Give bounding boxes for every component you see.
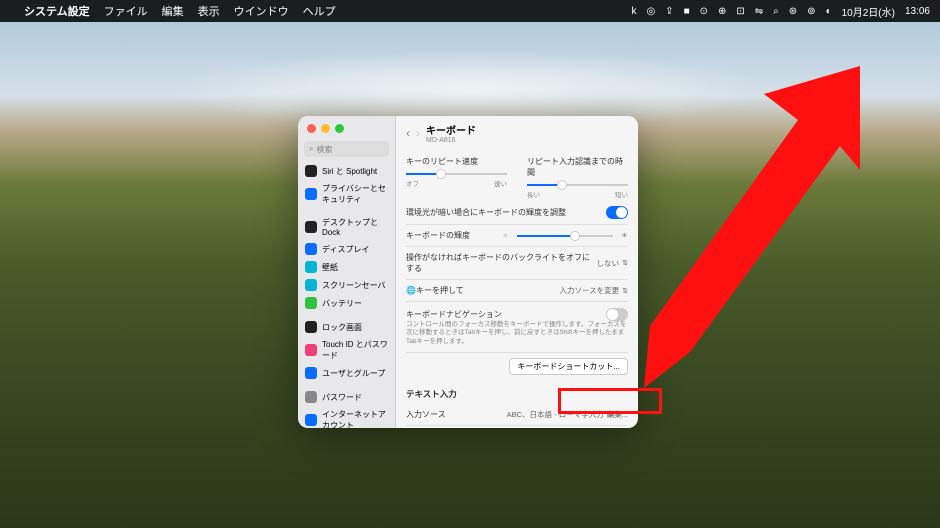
sidebar-item[interactable]: ロック画面	[298, 318, 395, 336]
status-icon[interactable]: ⊛	[789, 6, 797, 17]
search-icon: ⌕	[309, 144, 313, 154]
menubar: システム設定 ファイル 編集 表示 ウインドウ ヘルプ k ◎ ⇪ ■ ⊙ ⊕ …	[0, 0, 940, 22]
keyboard-nav-desc: コントロール間のフォーカス移動をキーボードで操作します。フォーカスを次に移動する…	[406, 321, 628, 346]
menubar-date[interactable]: 10月2日(水)	[842, 4, 895, 19]
sidebar-item[interactable]: 壁紙	[298, 258, 395, 276]
status-icon[interactable]: ⊡	[736, 6, 744, 17]
fn-key-value[interactable]: 入力ソースを変更⇅	[560, 285, 629, 296]
desktop-background: システム設定 ファイル 編集 表示 ウインドウ ヘルプ k ◎ ⇪ ■ ⊙ ⊕ …	[0, 0, 940, 528]
text-input-section: テキスト入力	[406, 380, 628, 404]
sidebar-item[interactable]: ディスプレイ	[298, 240, 395, 258]
sidebar-item-label: バッテリー	[322, 298, 362, 309]
titlebar: ‹ › キーボード MD-A816	[396, 116, 638, 150]
sidebar-item-label: Siri と Spotlight	[322, 166, 377, 177]
sidebar-item[interactable]: Touch ID とパスワード	[298, 336, 395, 364]
status-icon[interactable]: ⇋	[755, 6, 763, 17]
window-controls	[298, 116, 395, 141]
brightness-label: キーボードの輝度	[406, 230, 502, 241]
sidebar-item[interactable]: バッテリー	[298, 294, 395, 312]
status-icon[interactable]: ■	[684, 6, 690, 17]
page-title: キーボード	[426, 122, 476, 137]
close-button[interactable]	[307, 124, 316, 133]
status-icon[interactable]: ⊚	[807, 6, 815, 17]
sidebar-item-icon	[305, 391, 317, 403]
sidebar-item-label: ディスプレイ	[322, 244, 369, 255]
keyboard-nav-toggle[interactable]	[606, 308, 628, 321]
sidebar-item-icon	[305, 279, 317, 291]
sidebar-item-label: 壁紙	[322, 262, 338, 273]
keyboard-shortcuts-button[interactable]: キーボードショートカット...	[509, 358, 628, 375]
sidebar-item-label: プライバシーとセキュリティ	[322, 183, 388, 205]
sidebar-item-label: スクリーンセーバ	[322, 280, 386, 291]
menu-window[interactable]: ウインドウ	[234, 3, 289, 19]
input-source-value: ABC、日本語 - ローマ字入力 編集...	[507, 409, 628, 420]
sidebar-item-icon	[305, 221, 317, 233]
page-subtitle: MD-A816	[426, 137, 476, 144]
menubar-time[interactable]: 13:06	[905, 6, 930, 17]
sidebar-item-label: インターネットアカウント	[322, 409, 388, 428]
sidebar-item[interactable]: プライバシーとセキュリティ	[298, 180, 395, 208]
sidebar-item-icon	[305, 321, 317, 333]
edit-input-source-link[interactable]: 編集...	[607, 409, 628, 420]
chevron-updown-icon: ⇅	[622, 287, 628, 295]
status-icon[interactable]: ⊕	[718, 6, 726, 17]
sidebar-item[interactable]: Siri と Spotlight	[298, 162, 395, 180]
menu-help[interactable]: ヘルプ	[303, 3, 336, 19]
chevron-updown-icon: ⇅	[622, 259, 628, 267]
sidebar-item[interactable]: インターネットアカウント	[298, 406, 395, 428]
sidebar-item[interactable]: パスワード	[298, 388, 395, 406]
back-button[interactable]: ‹	[406, 126, 410, 140]
minimize-button[interactable]	[321, 124, 330, 133]
search-input[interactable]: ⌕ 検索	[304, 141, 389, 157]
brightness-high-icon: ☀	[621, 231, 628, 240]
sidebar-item-label: ユーザとグループ	[322, 368, 385, 379]
system-settings-window: ⌕ 検索 Siri と Spotlight プライバシーとセキュリティデスクトップ…	[298, 116, 638, 428]
ambient-light-label: 環境光が暗い場合にキーボードの輝度を調整	[406, 207, 606, 218]
status-icon[interactable]: ⇪	[665, 6, 673, 17]
menu-view[interactable]: 表示	[198, 3, 220, 19]
zoom-button[interactable]	[335, 124, 344, 133]
sidebar-item-label: ロック画面	[322, 322, 362, 333]
repeat-delay-slider[interactable]	[527, 184, 628, 186]
sidebar-item[interactable]: スクリーンセーバ	[298, 276, 395, 294]
sidebar-item-icon	[305, 165, 317, 177]
key-repeat-slider[interactable]	[406, 173, 507, 175]
status-icon[interactable]: ⊙	[700, 6, 708, 17]
wifi-icon[interactable]: ⌕	[773, 6, 779, 17]
sidebar-item-icon	[305, 297, 317, 309]
backlight-off-value[interactable]: しない⇅	[597, 258, 628, 269]
sidebar-item-icon	[305, 188, 317, 200]
menu-file[interactable]: ファイル	[104, 3, 148, 19]
control-center-icon[interactable]: ◐	[826, 6, 832, 17]
key-repeat-label: キーのリピート速度	[406, 156, 507, 167]
backlight-off-label: 操作がなければキーボードのバックライトをオフにする	[406, 252, 597, 274]
status-icon[interactable]: ◎	[646, 6, 655, 17]
status-icon[interactable]: k	[631, 6, 636, 17]
sidebar-item-icon	[305, 367, 317, 379]
sidebar-item-icon	[305, 261, 317, 273]
sidebar-item-label: Touch ID とパスワード	[322, 339, 388, 361]
sidebar-item-label: パスワード	[322, 392, 362, 403]
sidebar-item-icon	[305, 243, 317, 255]
search-placeholder: 検索	[316, 144, 332, 155]
input-source-label: 入力ソース	[406, 409, 507, 420]
fn-key-label: 🌐キーを押して	[406, 285, 560, 296]
repeat-delay-label: リピート入力認識までの時間	[527, 156, 628, 178]
brightness-low-icon: ☼	[502, 232, 508, 239]
sidebar-item-icon	[305, 344, 317, 356]
sidebar-item[interactable]: デスクトップとDock	[298, 214, 395, 240]
sidebar-item-icon	[305, 414, 317, 426]
sidebar-item[interactable]: ユーザとグループ	[298, 364, 395, 382]
menu-edit[interactable]: 編集	[162, 3, 184, 19]
ambient-light-toggle[interactable]	[606, 206, 628, 219]
forward-button[interactable]: ›	[416, 126, 420, 140]
content-pane: ‹ › キーボード MD-A816 キーのリピート速度 オフ速い リピート入力認…	[396, 116, 638, 428]
app-menu[interactable]: システム設定	[24, 3, 90, 19]
keyboard-nav-label: キーボードナビゲーション	[406, 309, 606, 320]
sidebar-item-label: デスクトップとDock	[322, 217, 388, 237]
settings-panel[interactable]: キーのリピート速度 オフ速い リピート入力認識までの時間 長い短い 環境光が暗い…	[396, 150, 638, 428]
brightness-slider[interactable]	[517, 235, 613, 237]
sidebar: ⌕ 検索 Siri と Spotlight プライバシーとセキュリティデスクトップ…	[298, 116, 396, 428]
